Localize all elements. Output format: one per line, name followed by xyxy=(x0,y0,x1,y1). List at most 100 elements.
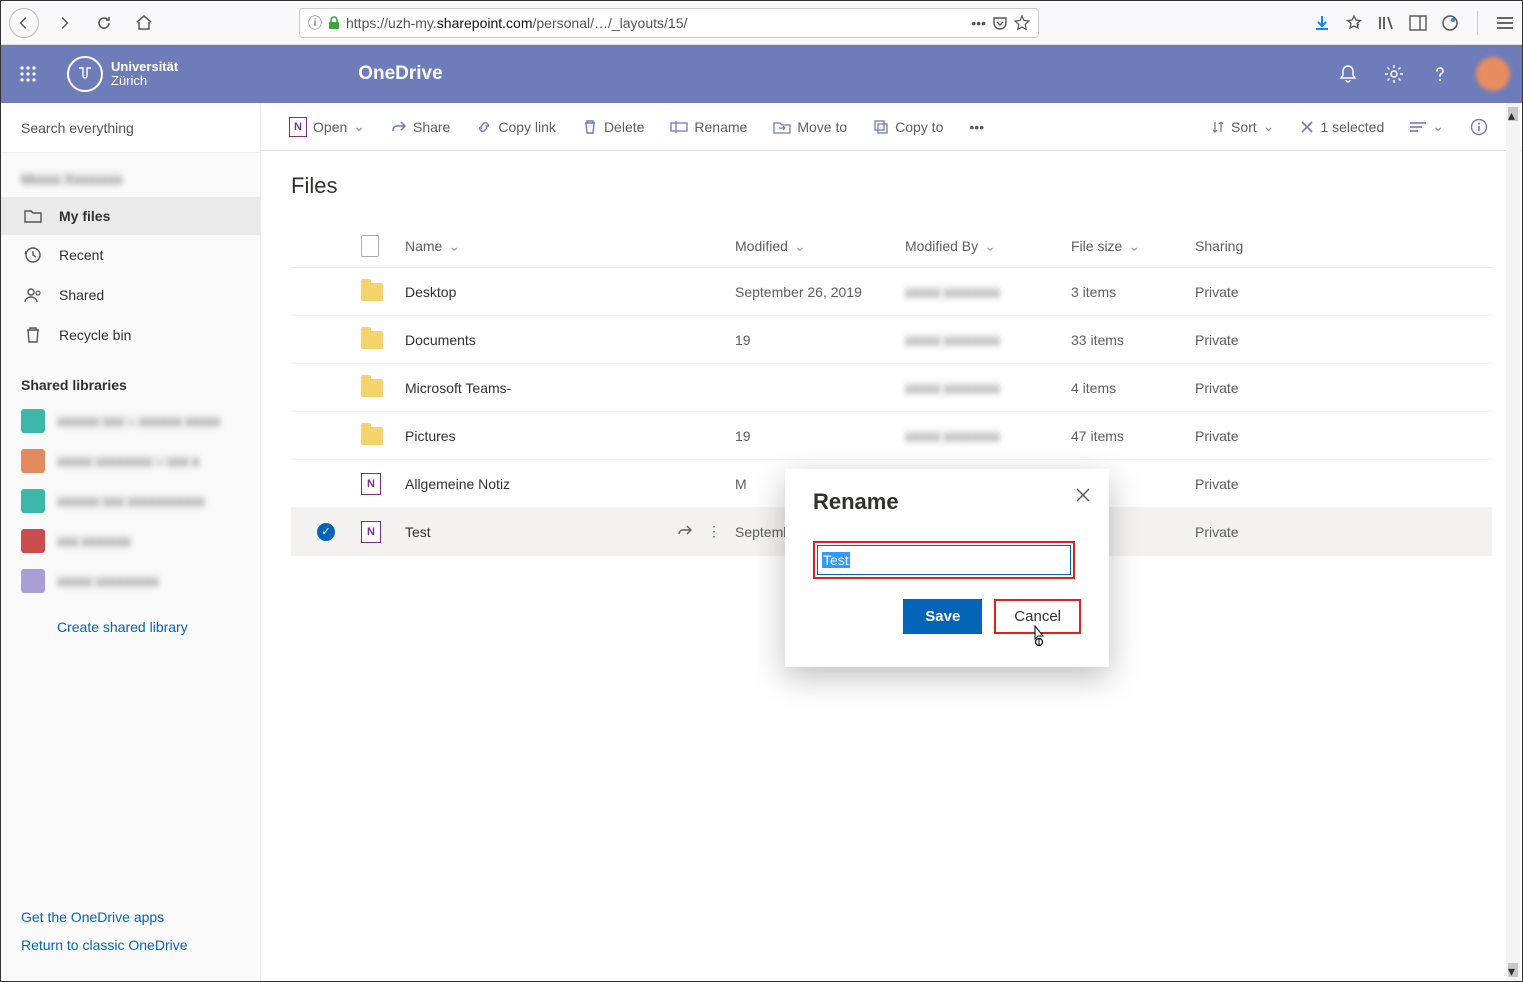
settings-icon[interactable] xyxy=(1384,64,1404,84)
ellipsis-icon: ••• xyxy=(969,119,984,135)
rename-input[interactable]: Test xyxy=(817,545,1071,575)
avatar[interactable] xyxy=(1476,57,1510,91)
more-icon[interactable]: ⋮ xyxy=(707,523,721,540)
dialog-close-button[interactable] xyxy=(1075,487,1091,503)
dialog-title: Rename xyxy=(813,489,1081,515)
table-row[interactable]: Microsoft Teams-xxxxx xxxxxxxx4 itemsPri… xyxy=(291,364,1492,412)
file-name: Desktop xyxy=(405,284,456,300)
library-icon[interactable] xyxy=(1377,14,1395,32)
col-sharing[interactable]: Sharing xyxy=(1195,238,1335,254)
rename-input-value: Test xyxy=(822,552,850,568)
sidebar-item-recycle-bin[interactable]: Recycle bin xyxy=(1,315,260,355)
move-icon xyxy=(773,120,791,134)
file-size: 47 items xyxy=(1071,428,1195,444)
library-item[interactable]: xxxxxx xxx xxxxxxxxxxx xyxy=(1,481,260,521)
suite-header: UniversitätZürich OneDrive xyxy=(1,45,1522,103)
trash-icon xyxy=(582,119,598,135)
url-text: https://uzh-my.sharepoint.com/personal/…… xyxy=(346,15,965,31)
library-item[interactable]: xxxxx xxxxxxxxx xyxy=(1,561,260,601)
folder-icon xyxy=(23,208,43,224)
copy-to-button[interactable]: Copy to xyxy=(863,103,953,150)
app-title: OneDrive xyxy=(358,63,442,85)
create-shared-library-link[interactable]: Create shared library xyxy=(1,601,260,635)
col-file-size[interactable]: File size ⌄ xyxy=(1071,238,1195,255)
sidebar-item-shared[interactable]: Shared xyxy=(1,275,260,315)
bookmark-star-icon[interactable] xyxy=(1014,15,1030,31)
share-icon[interactable] xyxy=(677,523,693,540)
col-modified[interactable]: Modified ⌄ xyxy=(735,238,905,255)
file-name: Documents xyxy=(405,332,476,348)
home-button[interactable] xyxy=(129,8,159,38)
classic-link[interactable]: Return to classic OneDrive xyxy=(21,931,240,959)
chevron-down-icon: ⌄ xyxy=(353,118,365,135)
delete-button[interactable]: Delete xyxy=(572,103,654,150)
details-pane-button[interactable] xyxy=(1460,103,1498,150)
vertical-scrollbar[interactable]: ▴▾ xyxy=(1506,103,1520,981)
file-size: 4 items xyxy=(1071,380,1195,396)
col-name[interactable]: Name ⌄ xyxy=(405,238,735,255)
chevron-down-icon: ⌄ xyxy=(794,238,806,255)
table-row[interactable]: Documents19xxxxx xxxxxxxx33 itemsPrivate xyxy=(291,316,1492,364)
rename-button[interactable]: Rename xyxy=(660,103,757,150)
folder-icon xyxy=(361,283,383,301)
table-row[interactable]: Pictures19xxxxx xxxxxxxx47 itemsPrivate xyxy=(291,412,1492,460)
file-sharing: Private xyxy=(1195,380,1335,396)
list-view-icon xyxy=(1410,121,1426,133)
chevron-down-icon: ⌄ xyxy=(1432,118,1444,135)
reload-button[interactable] xyxy=(89,8,119,38)
scroll-up-icon[interactable]: ▴ xyxy=(1508,107,1518,121)
chevron-down-icon: ⌄ xyxy=(448,238,460,255)
open-button[interactable]: NOpen⌄ xyxy=(279,103,375,150)
library-item[interactable]: xxx xxxxxxx xyxy=(1,521,260,561)
clear-selection-button[interactable]: 1 selected xyxy=(1290,103,1394,150)
file-modified-by: xxxxx xxxxxxxx xyxy=(905,380,1000,396)
file-size: 33 items xyxy=(1071,332,1195,348)
sort-button[interactable]: Sort⌄ xyxy=(1201,103,1284,150)
sidebar-icon[interactable] xyxy=(1409,15,1427,31)
copy-link-button[interactable]: Copy link xyxy=(466,103,566,150)
rename-field-highlight: Test xyxy=(813,541,1075,579)
save-button[interactable]: Save xyxy=(903,599,982,634)
selected-check-icon[interactable]: ✓ xyxy=(317,523,335,541)
share-button[interactable]: Share xyxy=(381,103,460,150)
sidebar-item-recent[interactable]: Recent xyxy=(1,235,260,275)
info-icon xyxy=(1470,118,1488,136)
view-options-button[interactable]: ⌄ xyxy=(1400,103,1454,150)
file-sharing: Private xyxy=(1195,428,1335,444)
sidebar-item-my-files[interactable]: My files xyxy=(1,197,260,235)
help-icon[interactable] xyxy=(1430,64,1450,84)
col-type[interactable] xyxy=(361,235,405,257)
file-modified-by: xxxxx xxxxxxxx xyxy=(905,428,1000,444)
forward-button[interactable] xyxy=(49,8,79,38)
sidebar-item-label: Recent xyxy=(59,247,103,263)
notifications-icon[interactable] xyxy=(1338,64,1358,84)
move-to-button[interactable]: Move to xyxy=(763,103,857,150)
cancel-button[interactable]: Cancel xyxy=(994,599,1081,634)
file-name: Pictures xyxy=(405,428,456,444)
more-icon[interactable]: ••• xyxy=(971,15,986,31)
scroll-down-icon[interactable]: ▾ xyxy=(1508,963,1518,977)
share-icon xyxy=(391,119,407,135)
col-modified-by[interactable]: Modified By ⌄ xyxy=(905,238,1071,255)
tenant-logo[interactable]: UniversitätZürich xyxy=(55,56,190,92)
downloads-icon[interactable] xyxy=(1313,14,1331,32)
search-input[interactable]: Search everything xyxy=(1,103,260,153)
url-bar[interactable]: ⓘ https://uzh-my.sharepoint.com/personal… xyxy=(299,8,1039,38)
menu-icon[interactable] xyxy=(1496,15,1514,31)
onenote-icon: N xyxy=(289,117,307,137)
app-launcher-icon[interactable] xyxy=(1,45,55,103)
get-apps-link[interactable]: Get the OneDrive apps xyxy=(21,903,240,931)
library-star-icon[interactable] xyxy=(1345,14,1363,32)
close-icon xyxy=(1300,120,1314,134)
table-row[interactable]: DesktopSeptember 26, 2019xxxxx xxxxxxxx3… xyxy=(291,268,1492,316)
file-modified: September 26, 2019 xyxy=(735,284,905,300)
recycle-icon xyxy=(23,326,43,344)
container-icon[interactable] xyxy=(1441,14,1459,32)
back-button[interactable] xyxy=(9,8,39,38)
file-modified-by: xxxxx xxxxxxxx xyxy=(905,284,1000,300)
library-item[interactable]: xxxxxx xxx – xxxxxx xxxxx xyxy=(1,401,260,441)
pocket-icon[interactable] xyxy=(992,15,1008,31)
overflow-button[interactable]: ••• xyxy=(959,103,994,150)
sidebar-item-label: My files xyxy=(59,208,110,224)
library-item[interactable]: xxxxx xxxxxxxx – xxx x xyxy=(1,441,260,481)
